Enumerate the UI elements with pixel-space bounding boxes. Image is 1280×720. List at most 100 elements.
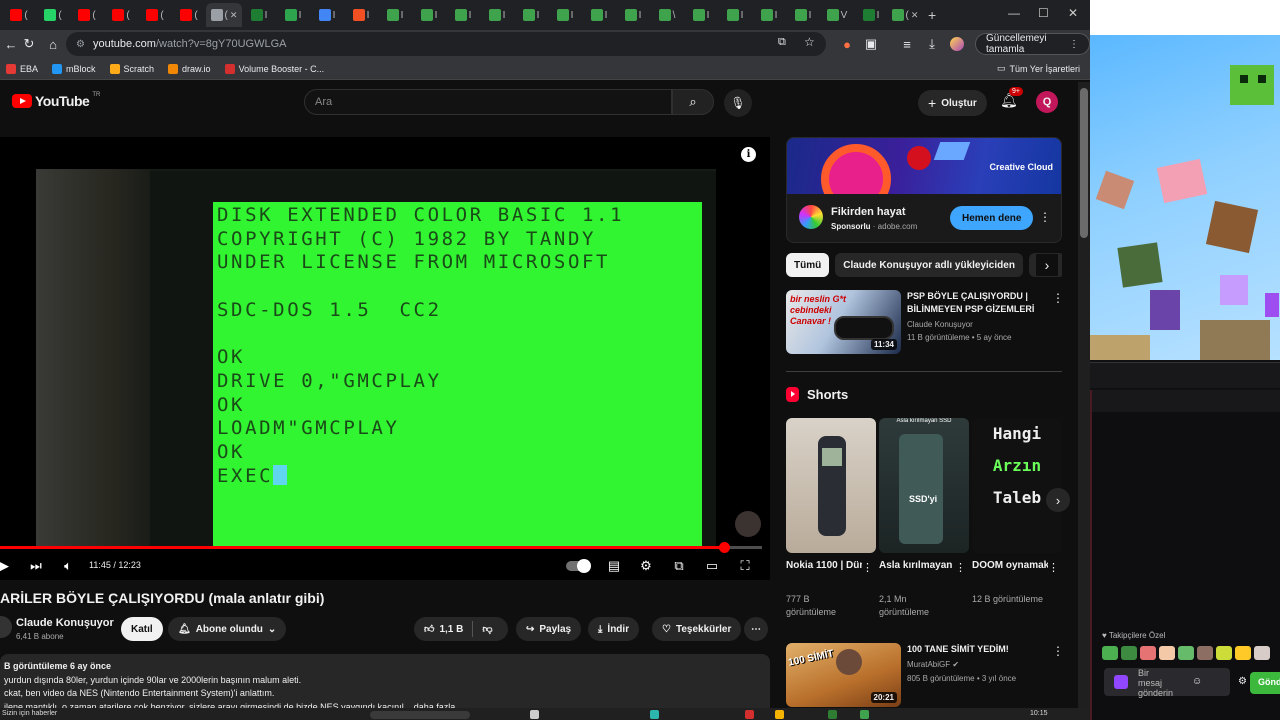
task-view-icon[interactable] bbox=[530, 710, 539, 719]
reading-list-icon[interactable]: ≡ bbox=[896, 33, 918, 55]
volume-icon[interactable]: 🔈︎ bbox=[58, 556, 78, 576]
taskbar-app-icon[interactable] bbox=[828, 710, 837, 719]
browser-tab[interactable]: I bbox=[276, 3, 310, 27]
browser-tab[interactable]: ( bbox=[70, 3, 104, 27]
bookmark-star-icon[interactable]: ☆ bbox=[804, 35, 815, 49]
browser-tab[interactable]: I bbox=[446, 3, 480, 27]
reload-icon[interactable]: ↻ bbox=[18, 33, 40, 55]
browser-tab[interactable]: ( bbox=[2, 3, 36, 27]
browser-tab[interactable]: I bbox=[786, 3, 820, 27]
minimize-button[interactable]: — bbox=[1008, 6, 1020, 20]
create-button[interactable]: + Oluştur bbox=[918, 90, 987, 116]
more-actions-button[interactable]: ⋯ bbox=[744, 617, 768, 641]
chat-input[interactable]: Bir mesaj gönderin bbox=[1104, 668, 1230, 698]
recommended-video[interactable]: bir neslin G*t cebindeki Canavar ! 11:34… bbox=[786, 290, 1066, 358]
emoji-icon[interactable]: ☺ bbox=[1192, 676, 1202, 687]
ad-menu-icon[interactable]: ⋮ bbox=[1039, 210, 1051, 224]
short-thumbnail[interactable] bbox=[786, 418, 876, 553]
emote-icon[interactable] bbox=[1102, 646, 1118, 660]
chip-from-uploader[interactable]: Claude Konuşuyor adlı yükleyiciden bbox=[835, 253, 1023, 277]
chrome-taskbar-icon[interactable] bbox=[775, 710, 784, 719]
browser-tab[interactable]: V bbox=[820, 3, 854, 27]
thanks-button[interactable]: ♡ Teşekkürler bbox=[652, 617, 742, 641]
share-button[interactable]: ↪ Paylaş bbox=[516, 617, 582, 641]
browser-tab[interactable]: (✕ bbox=[888, 3, 922, 27]
like-icon[interactable]: 👍︎ bbox=[424, 623, 434, 635]
download-icon[interactable]: ⤓ bbox=[921, 33, 943, 55]
update-button[interactable]: Güncellemeyi tamamla ⋮ bbox=[975, 33, 1090, 55]
miniplayer-icon[interactable]: ⧉ bbox=[669, 556, 689, 576]
dislike-icon[interactable]: 👎︎ bbox=[482, 623, 492, 635]
short-thumbnail[interactable]: Hangi Arzın Taleb bbox=[972, 418, 1062, 553]
bookmark-item[interactable]: Volume Booster - C... bbox=[224, 63, 324, 74]
emote-icon[interactable] bbox=[1197, 646, 1213, 660]
video-thumbnail[interactable]: 100 SİMİT 20:21 bbox=[786, 643, 901, 707]
browser-tab[interactable]: I bbox=[752, 3, 786, 27]
bookmark-item[interactable]: EBA bbox=[6, 63, 38, 74]
video-menu-icon[interactable]: ⋮ bbox=[1052, 644, 1064, 658]
cast-icon[interactable]: ⧉ bbox=[778, 36, 786, 49]
taskbar-app-icon[interactable] bbox=[860, 710, 869, 719]
video-thumbnail[interactable]: bir neslin G*t cebindeki Canavar ! 11:34 bbox=[786, 290, 901, 354]
taskbar-app-icon[interactable] bbox=[745, 710, 754, 719]
video-menu-icon[interactable]: ⋮ bbox=[1052, 291, 1064, 305]
autoplay-toggle[interactable] bbox=[566, 559, 591, 573]
emote-icon[interactable] bbox=[1254, 646, 1270, 660]
bookmark-item[interactable]: draw.io bbox=[168, 63, 211, 74]
bookmark-item[interactable]: Scratch bbox=[109, 63, 154, 74]
browser-tab[interactable]: I bbox=[854, 3, 888, 27]
account-avatar[interactable]: Q bbox=[1036, 91, 1058, 113]
browser-tab[interactable]: I bbox=[582, 3, 616, 27]
emote-icon[interactable] bbox=[1159, 646, 1175, 660]
fullscreen-icon[interactable]: ⛶ bbox=[735, 556, 755, 576]
new-tab-button[interactable]: + bbox=[928, 7, 936, 23]
browser-tab[interactable]: I bbox=[480, 3, 514, 27]
video-title-link[interactable]: 100 TANE SİMİT YEDİM! bbox=[907, 643, 1047, 656]
like-count[interactable]: 1,1 B bbox=[439, 624, 463, 635]
menu-icon[interactable]: ⋮ bbox=[1069, 39, 1079, 50]
search-input[interactable]: Ara bbox=[304, 89, 672, 115]
next-icon[interactable]: ⏭ bbox=[26, 556, 46, 576]
browser-tab[interactable]: I bbox=[310, 3, 344, 27]
chat-mic-icon[interactable] bbox=[1114, 675, 1128, 689]
short-card[interactable]: Hangi Arzın Taleb DOOM oynamak ... 12 B … bbox=[972, 418, 1062, 618]
emote-icon[interactable] bbox=[1216, 646, 1232, 660]
emote-icon[interactable] bbox=[1178, 646, 1194, 660]
short-menu-icon[interactable]: ⋮ bbox=[1048, 561, 1059, 574]
download-button[interactable]: ⤓ İndir bbox=[588, 617, 640, 641]
shorts-next-icon[interactable]: › bbox=[1046, 488, 1070, 512]
browser-tab[interactable]: ( bbox=[172, 3, 206, 27]
site-info-icon[interactable]: ⚙ bbox=[76, 39, 85, 50]
profile-avatar-icon[interactable] bbox=[950, 37, 964, 51]
channel-name[interactable]: Claude Konuşuyor bbox=[16, 617, 114, 629]
bookmark-item[interactable]: mBlock bbox=[52, 63, 96, 74]
browser-tab[interactable]: ( bbox=[104, 3, 138, 27]
taskbar-app-icon[interactable] bbox=[650, 710, 659, 719]
short-title[interactable]: Nokia 1100 | Dünyanın e... bbox=[786, 559, 862, 573]
browser-tab[interactable]: I bbox=[548, 3, 582, 27]
browser-tab[interactable]: I bbox=[378, 3, 412, 27]
short-menu-icon[interactable]: ⋮ bbox=[862, 561, 873, 574]
settings-gear-icon[interactable]: ⚙ bbox=[636, 556, 656, 576]
browser-tab[interactable]: I bbox=[242, 3, 276, 27]
browser-tab[interactable]: \ bbox=[650, 3, 684, 27]
theater-mode-icon[interactable]: ▭ bbox=[702, 556, 722, 576]
short-thumbnail[interactable]: Asla kırılmayan SSD SSD'yi bbox=[879, 418, 969, 553]
video-channel[interactable]: MuratAbiGF bbox=[907, 660, 950, 669]
browser-tab[interactable]: I bbox=[616, 3, 650, 27]
chat-settings-icon[interactable]: ⚙ bbox=[1238, 676, 1247, 687]
tab-close-icon[interactable]: ✕ bbox=[230, 10, 238, 21]
video-channel[interactable]: Claude Konuşuyor bbox=[907, 320, 973, 329]
browser-tab[interactable]: I bbox=[412, 3, 446, 27]
short-title[interactable]: Asla kırılmayan ... bbox=[879, 559, 955, 573]
emote-icon[interactable] bbox=[1235, 646, 1251, 660]
taskbar-news[interactable]: Sizin için haberler bbox=[2, 710, 57, 717]
voice-search-button[interactable]: 🎙 bbox=[724, 89, 752, 117]
emote-icon[interactable] bbox=[1140, 646, 1156, 660]
tab-close-icon[interactable]: ✕ bbox=[911, 10, 919, 21]
video-title-link[interactable]: PSP BÖYLE ÇALIŞIYORDU | BİLİNMEYEN PSP G… bbox=[907, 290, 1047, 316]
ad-cta-button[interactable]: Hemen dene bbox=[950, 206, 1034, 230]
channel-avatar[interactable] bbox=[0, 616, 12, 638]
short-card[interactable]: Nokia 1100 | Dünyanın e... 777 B görüntü… bbox=[786, 418, 876, 618]
progress-bar[interactable] bbox=[0, 542, 762, 553]
